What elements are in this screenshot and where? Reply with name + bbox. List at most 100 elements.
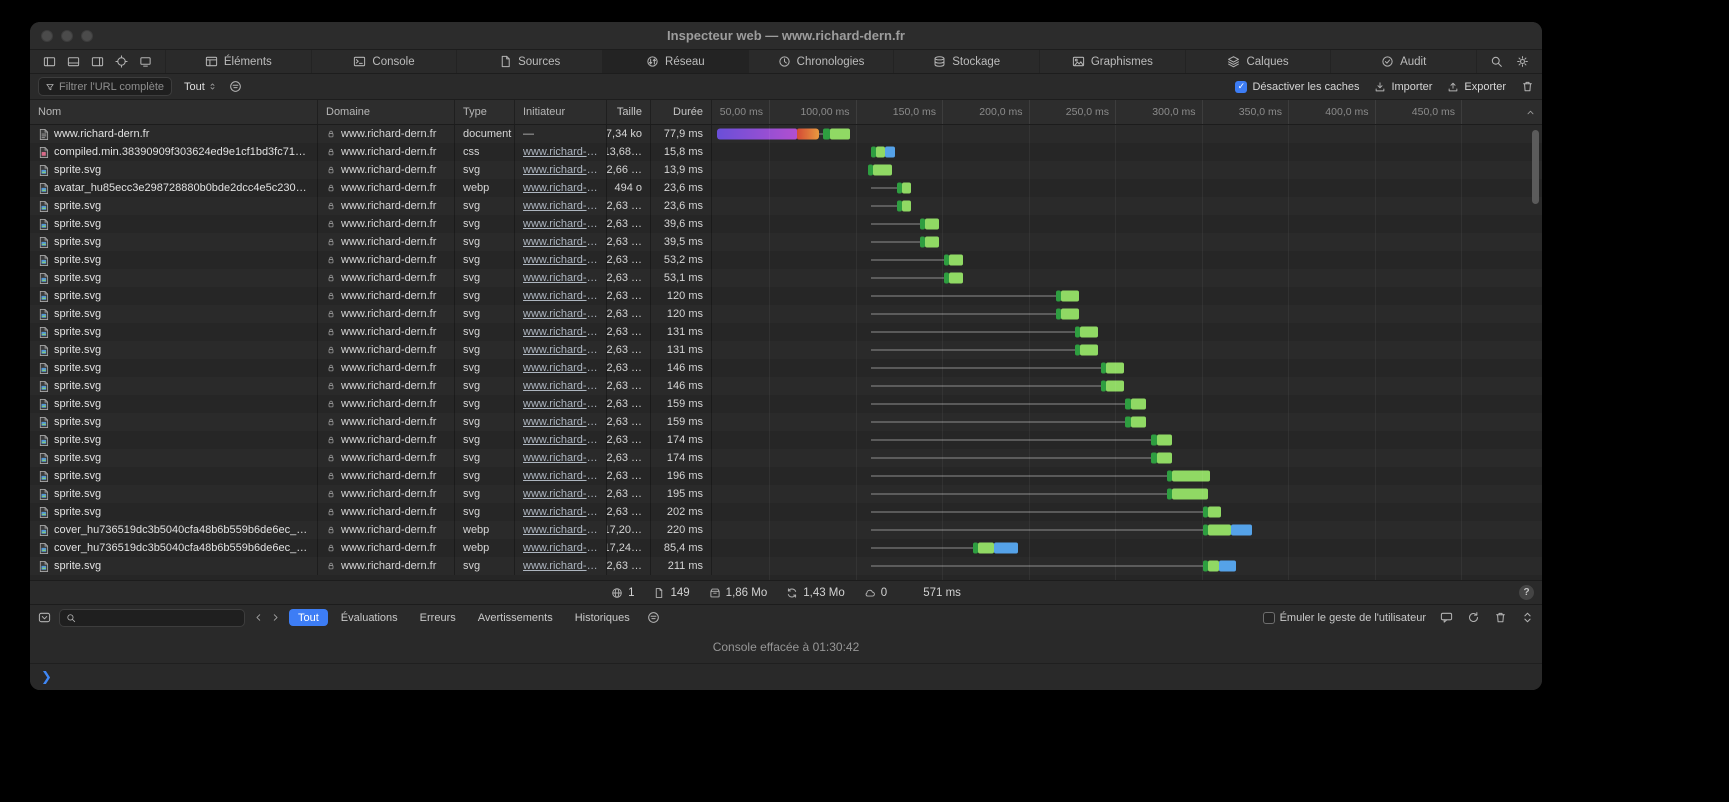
network-request-row[interactable]: sprite.svgwww.richard-dern.frsvgwww.rich… (30, 431, 1542, 449)
import-button[interactable]: Importer (1374, 81, 1432, 93)
network-request-row[interactable]: sprite.svgwww.richard-dern.frsvgwww.rich… (30, 197, 1542, 215)
initiator-link[interactable]: www.richard-d… (523, 200, 598, 212)
initiator-link[interactable]: www.richard-d… (523, 344, 598, 356)
chevron-right-icon[interactable] (270, 612, 281, 623)
help-button[interactable]: ? (1519, 585, 1534, 600)
console-scope-tout[interactable]: Tout (289, 609, 328, 626)
tab-audit[interactable]: Audit (1330, 50, 1476, 73)
initiator-link[interactable]: www.richard-d… (523, 290, 598, 302)
console-prompt-row[interactable]: ❯ (30, 664, 1542, 690)
network-request-row[interactable]: sprite.svgwww.richard-dern.frsvgwww.rich… (30, 251, 1542, 269)
gear-icon[interactable] (1516, 55, 1529, 68)
network-request-row[interactable]: sprite.svgwww.richard-dern.frsvgwww.rich… (30, 377, 1542, 395)
tab-chronologies[interactable]: Chronologies (748, 50, 894, 73)
console-scope-evaluations[interactable]: Évaluations (332, 609, 407, 626)
network-request-row[interactable]: www.richard-dern.frwww.richard-dern.frdo… (30, 125, 1542, 143)
console-drawer-icon[interactable] (1440, 611, 1453, 624)
initiator-link[interactable]: www.richard-d… (523, 452, 598, 464)
network-request-row[interactable]: sprite.svgwww.richard-dern.frsvgwww.rich… (30, 341, 1542, 359)
tab-reseau[interactable]: Réseau (602, 50, 748, 73)
dock-side-icon[interactable] (43, 55, 56, 68)
network-request-row[interactable]: cover_hu736519dc3b5040cfa48b6b559b6de6ec… (30, 539, 1542, 557)
collapse-detail-button[interactable] (1525, 100, 1536, 124)
column-header-nom[interactable]: Nom (30, 100, 318, 124)
network-request-row[interactable]: sprite.svgwww.richard-dern.frsvgwww.rich… (30, 233, 1542, 251)
column-header-domaine[interactable]: Domaine (318, 100, 455, 124)
url-filter-field[interactable] (38, 77, 172, 96)
initiator-link[interactable]: www.richard-d… (523, 542, 598, 554)
console-scope-erreurs[interactable]: Erreurs (411, 609, 465, 626)
reload-icon[interactable] (1467, 611, 1480, 624)
disable-caches-checkbox[interactable] (1235, 81, 1247, 93)
device-icon[interactable] (139, 55, 152, 68)
console-search-input[interactable] (80, 612, 238, 624)
dock-bottom-icon[interactable] (67, 55, 80, 68)
expand-console-icon[interactable] (1521, 611, 1534, 624)
export-button[interactable]: Exporter (1447, 81, 1506, 93)
tab-graphismes[interactable]: Graphismes (1039, 50, 1185, 73)
console-filter-options-icon[interactable] (647, 611, 660, 624)
emulate-gesture-checkbox[interactable] (1263, 612, 1275, 624)
network-request-row[interactable]: sprite.svgwww.richard-dern.frsvgwww.rich… (30, 323, 1542, 341)
initiator-link[interactable]: www.richard-d… (523, 254, 598, 266)
initiator-link[interactable]: www.richard-d… (523, 380, 598, 392)
network-request-row[interactable]: sprite.svgwww.richard-dern.frsvgwww.rich… (30, 161, 1542, 179)
network-request-row[interactable]: sprite.svgwww.richard-dern.frsvgwww.rich… (30, 503, 1542, 521)
initiator-link[interactable]: www.richard-d… (523, 470, 598, 482)
network-request-row[interactable]: sprite.svgwww.richard-dern.frsvgwww.rich… (30, 395, 1542, 413)
initiator-link[interactable]: www.richard-d… (523, 146, 598, 158)
tab-elements[interactable]: Éléments (165, 50, 311, 73)
network-request-row[interactable]: sprite.svgwww.richard-dern.frsvgwww.rich… (30, 449, 1542, 467)
initiator-link[interactable]: www.richard-d… (523, 362, 598, 374)
network-request-row[interactable]: sprite.svgwww.richard-dern.frsvgwww.rich… (30, 287, 1542, 305)
network-request-row[interactable]: cover_hu736519dc3b5040cfa48b6b559b6de6ec… (30, 521, 1542, 539)
column-header-taille[interactable]: Taille (607, 100, 651, 124)
dock-right-icon[interactable] (91, 55, 104, 68)
network-request-row[interactable]: sprite.svgwww.richard-dern.frsvgwww.rich… (30, 485, 1542, 503)
tab-calques[interactable]: Calques (1185, 50, 1331, 73)
network-request-row[interactable]: sprite.svgwww.richard-dern.frsvgwww.rich… (30, 305, 1542, 323)
url-filter-input[interactable] (59, 81, 165, 93)
initiator-link[interactable]: www.richard-d… (523, 218, 598, 230)
initiator-link[interactable]: www.richard-d… (523, 506, 598, 518)
network-request-row[interactable]: compiled.min.38390909f303624ed9e1cf1bd3f… (30, 143, 1542, 161)
titlebar[interactable]: Inspecteur web — www.richard-dern.fr (30, 22, 1542, 50)
network-request-row[interactable]: sprite.svgwww.richard-dern.frsvgwww.rich… (30, 269, 1542, 287)
minimize-button[interactable] (61, 30, 73, 42)
initiator-link[interactable]: www.richard-d… (523, 560, 598, 572)
initiator-link[interactable]: www.richard-d… (523, 398, 598, 410)
initiator-link[interactable]: www.richard-d… (523, 272, 598, 284)
tab-sources[interactable]: Sources (456, 50, 602, 73)
column-header-type[interactable]: Type (455, 100, 515, 124)
console-search-field[interactable] (59, 609, 245, 627)
emulate-gesture-toggle[interactable]: Émuler le geste de l'utilisateur (1263, 612, 1426, 624)
disable-caches-toggle[interactable]: Désactiver les caches (1235, 81, 1359, 93)
initiator-link[interactable]: www.richard-d… (523, 164, 598, 176)
initiator-link[interactable]: www.richard-d… (523, 434, 598, 446)
zoom-button[interactable] (81, 30, 93, 42)
initiator-link[interactable]: www.richard-d… (523, 326, 598, 338)
filter-options-icon[interactable] (229, 80, 242, 93)
chevron-left-icon[interactable] (253, 612, 264, 623)
console-scope-icon[interactable] (38, 611, 51, 624)
console-scope-avertissements[interactable]: Avertissements (469, 609, 562, 626)
network-request-row[interactable]: avatar_hu85ecc3e298728880b0bde2dcc4e5c23… (30, 179, 1542, 197)
column-header-initiateur[interactable]: Initiateur (515, 100, 607, 124)
console-scope-historiques[interactable]: Historiques (566, 609, 639, 626)
search-icon[interactable] (1490, 55, 1503, 68)
initiator-link[interactable]: www.richard-d… (523, 182, 598, 194)
network-request-row[interactable]: sprite.svgwww.richard-dern.frsvgwww.rich… (30, 359, 1542, 377)
network-request-row[interactable]: sprite.svgwww.richard-dern.frsvgwww.rich… (30, 467, 1542, 485)
resource-type-dropdown[interactable]: Tout (181, 80, 220, 94)
initiator-link[interactable]: www.richard-d… (523, 524, 598, 536)
tab-console[interactable]: Console (311, 50, 457, 73)
tab-stockage[interactable]: Stockage (893, 50, 1039, 73)
network-request-row[interactable]: sprite.svgwww.richard-dern.frsvgwww.rich… (30, 413, 1542, 431)
initiator-link[interactable]: www.richard-d… (523, 488, 598, 500)
trash-icon[interactable] (1521, 80, 1534, 93)
initiator-link[interactable]: www.richard-d… (523, 236, 598, 248)
initiator-link[interactable]: www.richard-d… (523, 308, 598, 320)
scrollbar-thumb[interactable] (1532, 130, 1539, 204)
network-request-row[interactable]: sprite.svgwww.richard-dern.frsvgwww.rich… (30, 215, 1542, 233)
close-button[interactable] (41, 30, 53, 42)
